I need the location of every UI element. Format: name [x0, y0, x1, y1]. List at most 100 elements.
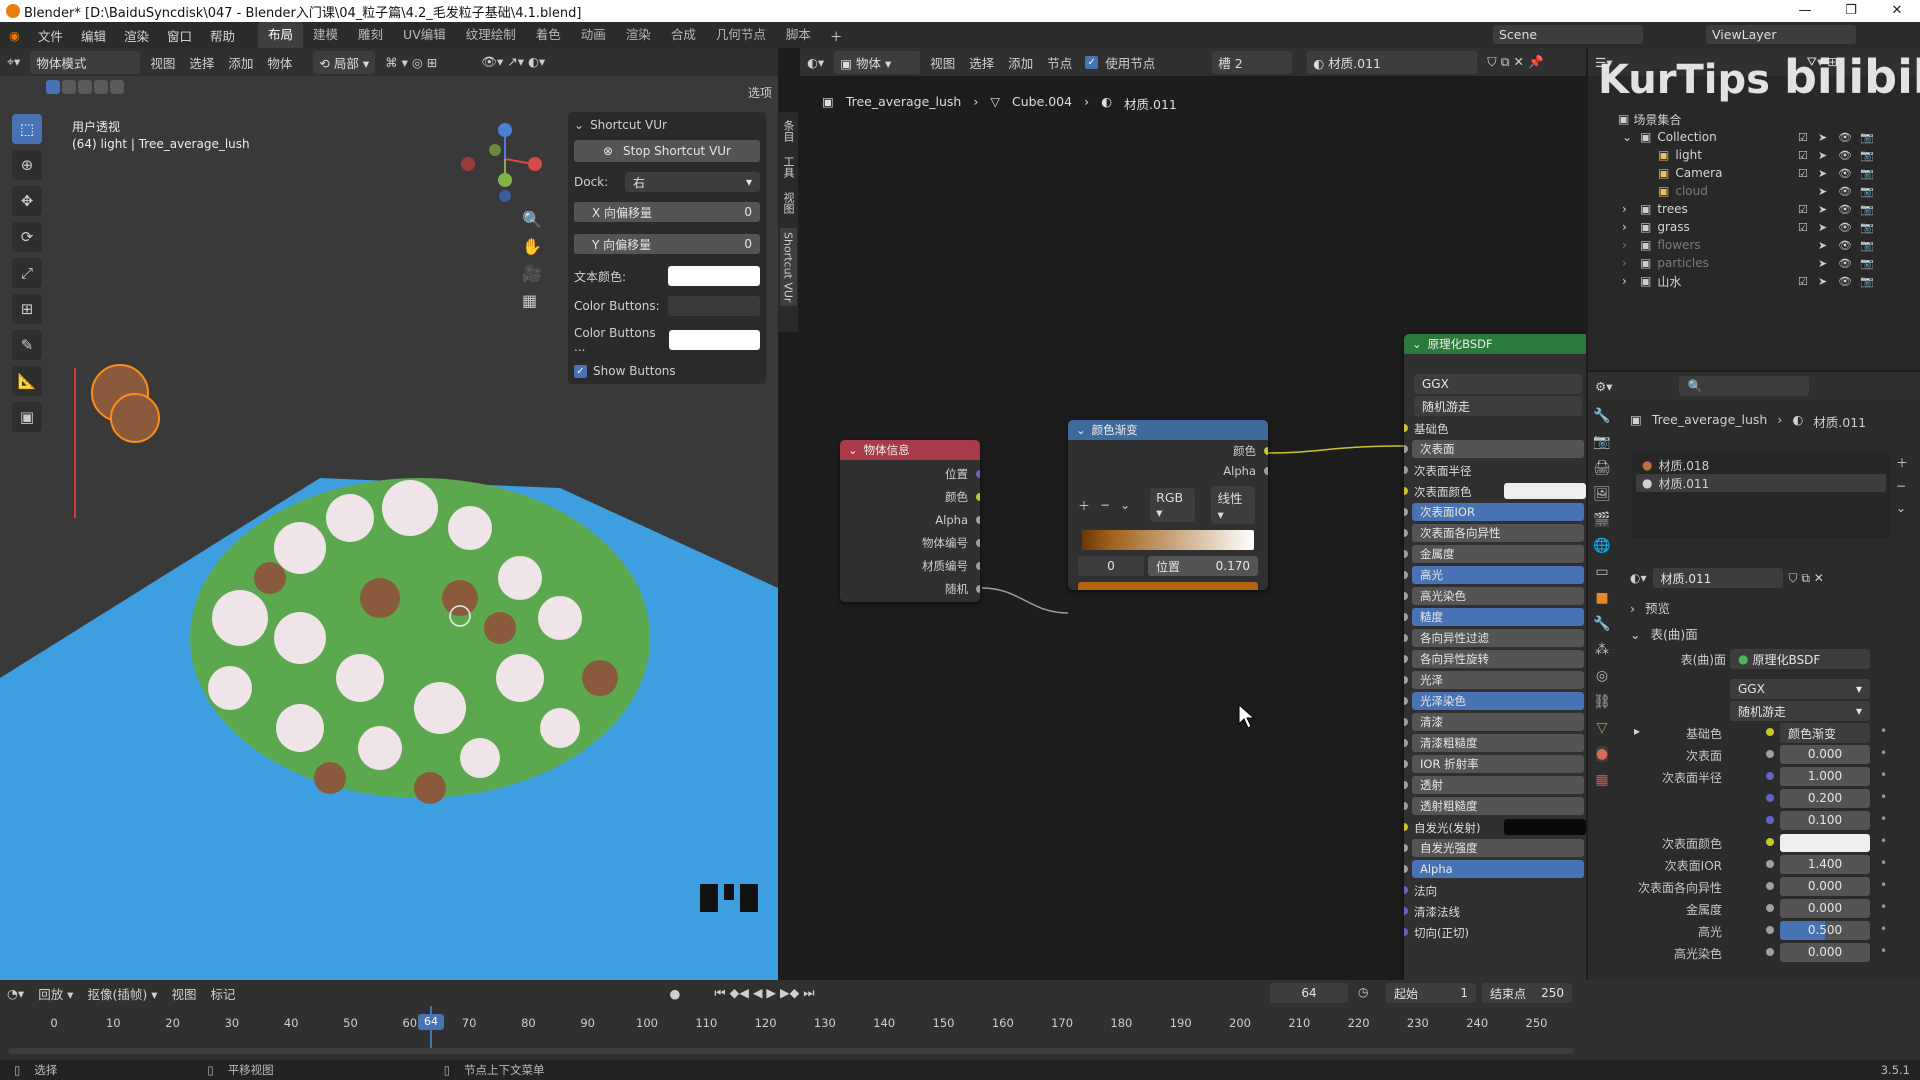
properties-method-selector[interactable]: 随机游走 ▾ [1730, 701, 1870, 721]
world-tab-icon[interactable]: 🌐 [1593, 538, 1610, 554]
select-arrow-icon[interactable]: ➤ [1818, 203, 1827, 216]
object-info-socket[interactable] [976, 538, 980, 547]
bsdf-input-row[interactable]: 次表面半径 [1404, 460, 1586, 480]
camera-render-icon[interactable]: 📷 [1860, 203, 1874, 216]
preview-section[interactable]: › 预览 [1630, 598, 1670, 617]
object-info-socket[interactable] [976, 584, 980, 593]
property-number-field[interactable]: 0.000 [1780, 877, 1870, 896]
object-info-socket[interactable] [976, 492, 980, 501]
keyframe-dot-icon[interactable]: • [1880, 724, 1887, 738]
property-number-field[interactable]: 0.100 [1780, 811, 1870, 830]
keyframe-dot-icon[interactable]: • [1880, 768, 1887, 782]
eye-icon[interactable]: 👁 [1838, 167, 1852, 180]
bsdf-input-socket[interactable] [1404, 697, 1408, 705]
material-slot-2[interactable]: ● 材质.011 [1636, 474, 1886, 492]
outliner-item[interactable]: ▣ cloud ➤ 👁 📷 [1588, 182, 1920, 200]
bsdf-input-socket[interactable] [1404, 424, 1408, 432]
camera-render-icon[interactable]: 📷 [1860, 149, 1874, 162]
texture-tab-icon[interactable]: ▦ [1595, 772, 1608, 788]
property-number-field[interactable]: 1.000 [1780, 767, 1870, 786]
properties-distribution-selector[interactable]: GGX ▾ [1730, 679, 1870, 699]
workspace-tab-10[interactable]: 脚本 [776, 22, 821, 48]
bsdf-input-row[interactable]: 高光染色 [1404, 586, 1586, 606]
eye-icon[interactable]: 👁 [1838, 149, 1852, 162]
playback-controls[interactable]: ⏮ ◆◀ ◀ ▶ ▶◆ ⏭ [707, 985, 821, 1001]
bsdf-input-row[interactable]: 自发光(发射) [1404, 817, 1586, 837]
bsdf-input-field[interactable]: 高光染色 [1412, 587, 1584, 605]
options-dropdown[interactable]: 选项 [748, 84, 772, 101]
dock-selector[interactable]: 右 ▾ [625, 172, 760, 192]
select-arrow-icon[interactable]: ➤ [1818, 149, 1827, 162]
select-box-icon[interactable]: ⬚ [12, 114, 42, 144]
bsdf-input-row[interactable]: 光泽染色 [1404, 691, 1586, 711]
eye-icon[interactable]: 👁 [1838, 257, 1852, 270]
viewport-menu-select[interactable]: 选择 [182, 53, 221, 72]
slot-controls[interactable]: ＋ − ⌄ [1896, 454, 1908, 515]
bsdf-input-socket[interactable] [1404, 865, 1408, 873]
record-button[interactable]: ● [663, 986, 688, 1001]
eye-icon[interactable]: 👁 [1838, 131, 1852, 144]
camera-render-icon[interactable]: 📷 [1860, 185, 1874, 198]
eye-icon[interactable]: 👁 [1838, 275, 1852, 288]
color-buttons-swatch[interactable] [668, 296, 760, 316]
bsdf-input-field[interactable]: 透射粗糙度 [1412, 797, 1584, 815]
expand-right-icon[interactable]: › [1622, 274, 1634, 288]
outliner-scene-collection[interactable]: ▣ 场景集合 [1588, 110, 1920, 128]
modifier-tab-icon[interactable]: 🔧 [1593, 616, 1610, 632]
expand-down-icon[interactable]: ⌄ [1622, 130, 1634, 144]
camera-render-icon[interactable]: 📷 [1860, 167, 1874, 180]
bsdf-color-swatch[interactable] [1504, 483, 1586, 499]
camera-view-icon[interactable]: 🎥 [522, 264, 542, 283]
timeline-editor-icon[interactable]: ◔▾ [0, 986, 31, 1001]
expand-right-icon[interactable]: › [1622, 220, 1634, 234]
material-browse-icon[interactable]: ◐▾ [1630, 571, 1647, 585]
bsdf-input-field[interactable]: 糙度 [1412, 608, 1584, 626]
outliner-item[interactable]: › ▣ flowers ➤ 👁 📷 [1588, 236, 1920, 254]
include-checkbox-icon[interactable]: ☑ [1798, 203, 1808, 216]
scene-selector[interactable]: Scene [1493, 25, 1643, 44]
keyframe-dot-icon[interactable]: • [1880, 790, 1887, 804]
move-icon[interactable]: ✥ [12, 186, 42, 216]
bsdf-input-socket[interactable] [1404, 802, 1408, 810]
bsdf-input-socket[interactable] [1404, 844, 1408, 852]
output-tab-icon[interactable]: 🖨 [1593, 460, 1611, 476]
x-offset-field[interactable]: X 向偏移量 0 [574, 202, 760, 222]
bsdf-input-field[interactable]: 光泽染色 [1412, 692, 1584, 710]
outliner-item[interactable]: ⌄ ▣ Collection ☑ ➤ 👁 📷 [1588, 128, 1920, 146]
keyframe-dot-icon[interactable]: • [1880, 878, 1887, 892]
bsdf-input-field[interactable]: 清漆 [1412, 713, 1584, 731]
include-checkbox-icon[interactable]: ☑ [1798, 131, 1808, 144]
material-slot-1[interactable]: ● 材质.018 [1636, 456, 1886, 474]
current-frame-field[interactable]: 64 [1270, 983, 1348, 1003]
select-arrow-icon[interactable]: ➤ [1818, 257, 1827, 270]
outliner-item[interactable]: › ▣ trees ☑ ➤ 👁 📷 [1588, 200, 1920, 218]
node-editor[interactable]: ◐▾ ▣ 物体 ▾ 视图 选择 添加 节点 ✓ 使用节点 槽 2 ◐ 材质.01… [800, 48, 1586, 980]
constraints-tab-icon[interactable]: ⛓ [1593, 694, 1611, 710]
keyframe-dot-icon[interactable]: • [1880, 922, 1887, 936]
rotate-icon[interactable]: ⟳ [12, 222, 42, 252]
surface-shader-field[interactable]: ● 原理化BSDF [1730, 649, 1870, 669]
bsdf-input-field[interactable]: 清漆粗糙度 [1412, 734, 1584, 752]
start-frame-field[interactable]: 起始 1 [1386, 983, 1476, 1003]
cursor-icon[interactable]: ⊕ [12, 150, 42, 180]
mode-selector[interactable]: 物体模式 [30, 50, 141, 74]
transform-icon[interactable]: ⊞ [12, 294, 42, 324]
workspace-tab-5[interactable]: 着色 [526, 22, 571, 48]
bsdf-input-field[interactable]: 透射 [1412, 776, 1584, 794]
bsdf-input-row[interactable]: 清漆法线 [1404, 901, 1586, 921]
eye-icon[interactable]: 👁 [1838, 221, 1852, 234]
bsdf-input-socket[interactable] [1404, 466, 1408, 474]
surface-section[interactable]: ⌄ 表(曲)面 [1630, 624, 1698, 643]
bsdf-input-row[interactable]: 高光 [1404, 565, 1586, 585]
timeline-scrollbar[interactable] [8, 1048, 1574, 1054]
keyframe-dot-icon[interactable]: • [1880, 856, 1887, 870]
menu-1[interactable]: 编辑 [72, 26, 115, 45]
close-button[interactable]: ✕ [1874, 0, 1920, 22]
bsdf-input-row[interactable]: 次表面各向异性 [1404, 523, 1586, 543]
bsdf-input-row[interactable]: 各向异性过滤 [1404, 628, 1586, 648]
orientation-selector[interactable]: ⟲ 局部 ▾ [313, 50, 376, 74]
timeline-menu-playback[interactable]: 回放 ▾ [31, 984, 80, 1003]
property-color-swatch[interactable] [1780, 834, 1870, 852]
outliner-item[interactable]: › ▣ particles ➤ 👁 📷 [1588, 254, 1920, 272]
data-tab-icon[interactable]: ▽ [1597, 720, 1608, 736]
